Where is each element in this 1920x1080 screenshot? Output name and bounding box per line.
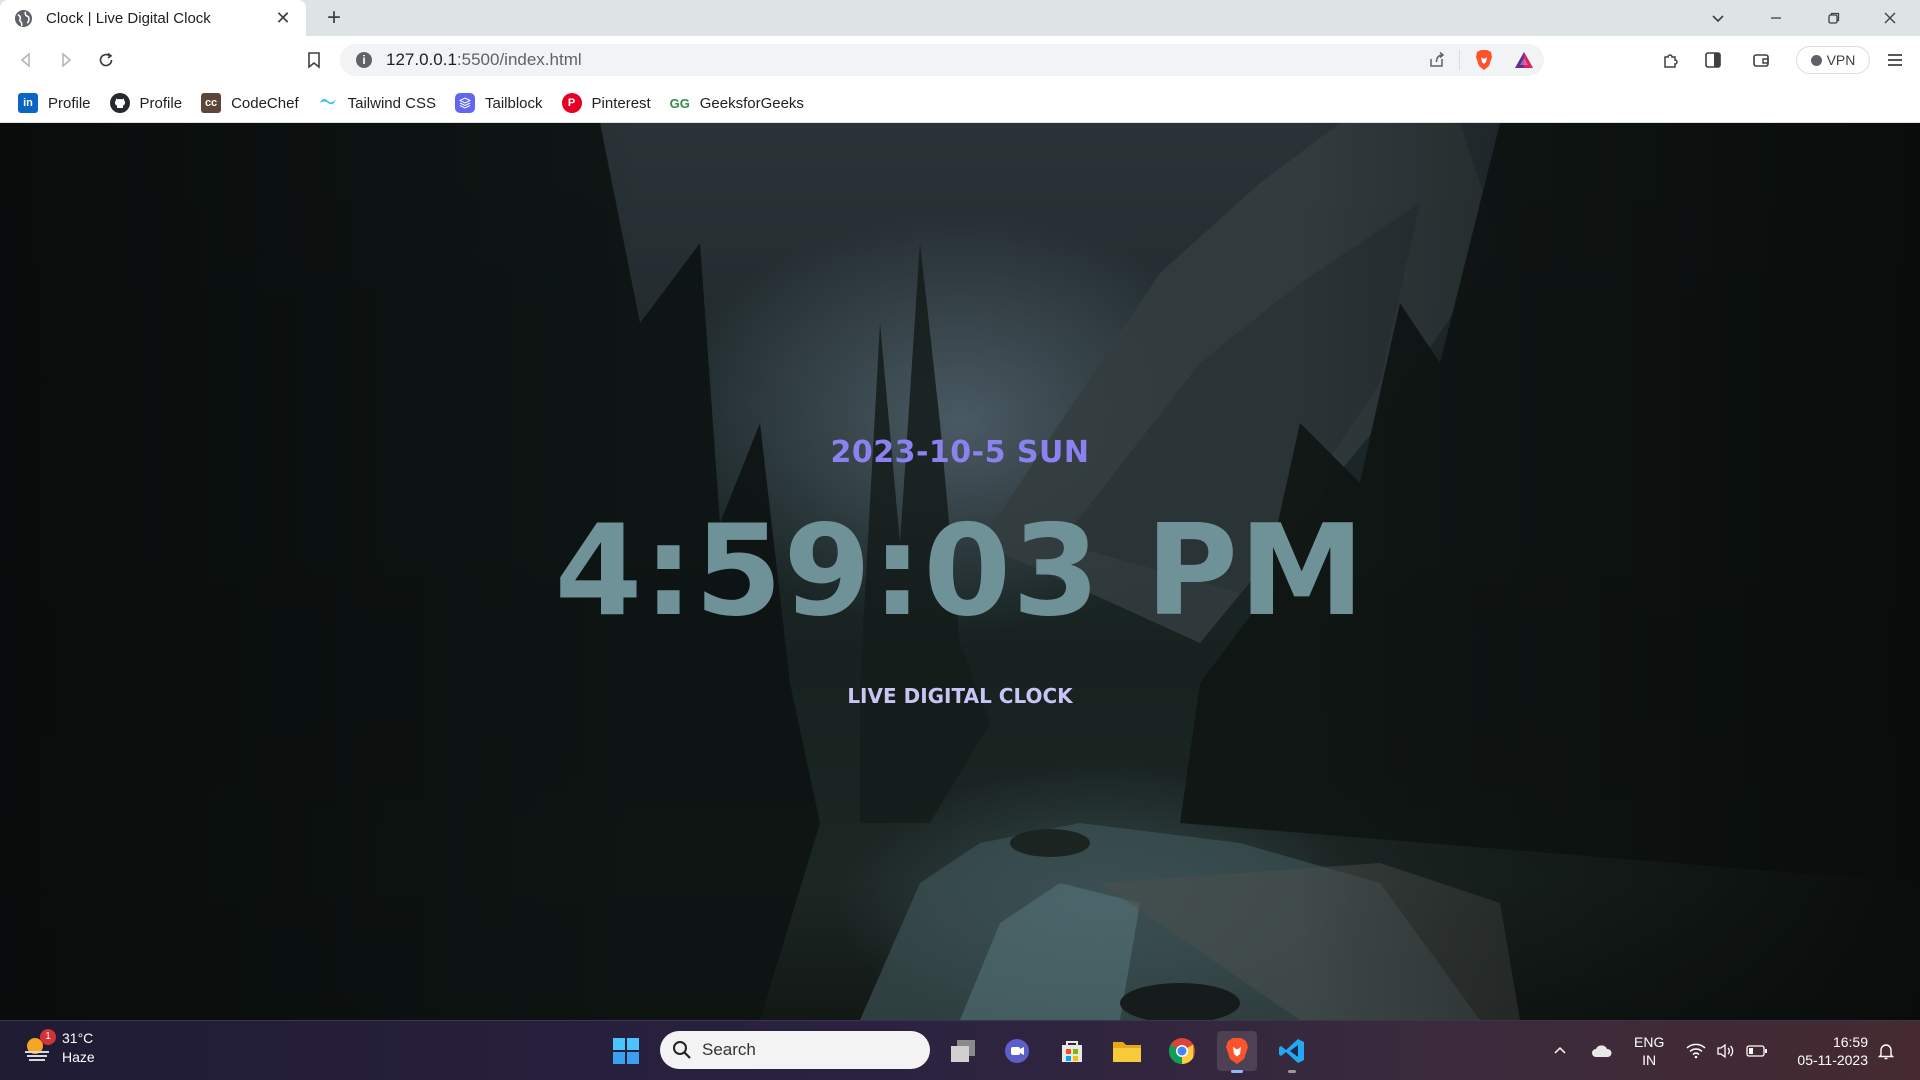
- show-hidden-icons[interactable]: [1552, 1021, 1568, 1080]
- bookmark-codechef[interactable]: cc CodeChef: [201, 93, 299, 113]
- file-explorer-icon[interactable]: [1107, 1031, 1147, 1071]
- geeksforgeeks-icon: GG: [669, 95, 690, 111]
- bookmark-tailblock[interactable]: Tailblock: [454, 93, 543, 113]
- bookmark-github-profile[interactable]: Profile: [109, 93, 183, 113]
- clock-time-taskbar: 16:59: [1832, 1034, 1868, 1050]
- sidebar-icon[interactable]: [1698, 46, 1728, 74]
- tailblock-icon: [454, 93, 475, 113]
- bookmark-icon[interactable]: [300, 46, 328, 74]
- tab-clock[interactable]: Clock | Live Digital Clock ✕: [0, 0, 306, 36]
- bookmark-label: GeeksforGeeks: [699, 94, 804, 112]
- new-tab-button[interactable]: +: [320, 4, 348, 32]
- bookmark-pinterest[interactable]: P Pinterest: [561, 93, 651, 113]
- bookmarks-bar: in Profile Profile cc CodeChef Tailwind …: [0, 84, 1920, 123]
- address-bar-actions: [1419, 44, 1544, 76]
- address-bar[interactable]: i 127.0.0.1:5500/index.html: [340, 44, 1544, 76]
- clock-date: 2023-10-5 SUN: [830, 435, 1090, 470]
- search-placeholder: Search: [702, 1040, 756, 1059]
- bookmark-label: Pinterest: [591, 94, 651, 112]
- restore-button[interactable]: [1806, 0, 1862, 36]
- tailwind-icon: [318, 93, 338, 113]
- url-host: 127.0.0.1: [386, 50, 457, 69]
- brave-shields-icon[interactable]: [1464, 49, 1504, 71]
- tab-search-icon[interactable]: [1690, 0, 1746, 36]
- weather-widget[interactable]: 1 31°C Haze: [22, 1029, 95, 1067]
- bookmark-linkedin-profile[interactable]: in Profile: [18, 93, 91, 113]
- pinterest-icon: P: [561, 93, 582, 113]
- linkedin-icon: in: [18, 93, 38, 113]
- page-viewport: 2023-10-5 SUN 4:59:03 PM LIVE DIGITAL CL…: [0, 123, 1920, 1020]
- language-indicator[interactable]: ENG IN: [1634, 1021, 1664, 1080]
- weather-temperature: 31°C: [62, 1030, 94, 1046]
- vpn-button[interactable]: VPN: [1796, 46, 1870, 74]
- clock-title: LIVE DIGITAL CLOCK: [847, 684, 1073, 708]
- clock-date-taskbar: 05-11-2023: [1797, 1052, 1868, 1068]
- chrome-icon[interactable]: [1162, 1031, 1202, 1071]
- bookmark-label: CodeChef: [231, 94, 299, 112]
- task-view-icon[interactable]: [943, 1031, 983, 1071]
- battery-icon[interactable]: [1746, 1021, 1768, 1080]
- bookmark-label: Tailwind CSS: [347, 94, 436, 112]
- menu-icon[interactable]: [1880, 46, 1910, 74]
- globe-icon: [14, 9, 33, 27]
- minimize-button[interactable]: [1748, 0, 1804, 36]
- weather-badge: 1: [40, 1029, 56, 1045]
- forward-button[interactable]: [52, 46, 80, 74]
- clock-time: 4:59:03 PM: [554, 497, 1366, 644]
- active-indicator: [1231, 1070, 1243, 1073]
- vscode-icon[interactable]: [1272, 1031, 1312, 1073]
- share-icon[interactable]: [1419, 51, 1455, 69]
- bookmark-label: Profile: [48, 94, 91, 112]
- vpn-status-icon: [1810, 54, 1822, 66]
- weather-description: Haze: [62, 1049, 95, 1065]
- onedrive-icon[interactable]: [1591, 1021, 1613, 1080]
- teams-chat-icon[interactable]: [997, 1031, 1037, 1071]
- language-code: ENG: [1634, 1034, 1665, 1050]
- brave-rewards-icon[interactable]: [1504, 50, 1544, 70]
- bookmark-label: Tailblock: [484, 94, 543, 112]
- url-text[interactable]: 127.0.0.1:5500/index.html: [386, 50, 1544, 70]
- volume-icon[interactable]: [1716, 1021, 1736, 1080]
- tab-title: Clock | Live Digital Clock: [46, 9, 211, 27]
- back-button[interactable]: [12, 46, 40, 74]
- close-window-button[interactable]: [1862, 0, 1918, 36]
- wifi-icon[interactable]: [1686, 1021, 1706, 1080]
- open-indicator: [1288, 1070, 1296, 1073]
- close-tab-icon[interactable]: ✕: [272, 8, 294, 29]
- reload-button[interactable]: [92, 46, 120, 74]
- microsoft-store-icon[interactable]: [1052, 1031, 1092, 1071]
- wallet-icon[interactable]: [1746, 46, 1776, 74]
- notifications-icon[interactable]: [1876, 1021, 1896, 1080]
- vpn-label: VPN: [1826, 52, 1856, 68]
- search-icon: [673, 1041, 691, 1059]
- site-info-icon[interactable]: i: [356, 52, 372, 68]
- codechef-icon: cc: [201, 93, 222, 113]
- brave-browser-icon[interactable]: [1217, 1031, 1257, 1073]
- tab-strip: Clock | Live Digital Clock ✕ +: [0, 0, 1920, 36]
- extensions-icon[interactable]: [1656, 46, 1686, 74]
- taskbar-search[interactable]: Search: [660, 1031, 930, 1069]
- bookmark-label: Profile: [139, 94, 183, 112]
- start-button[interactable]: [606, 1031, 646, 1071]
- language-region: IN: [1642, 1052, 1657, 1068]
- github-icon: [109, 93, 130, 113]
- url-path: :5500/index.html: [456, 50, 582, 69]
- bookmark-tailwind[interactable]: Tailwind CSS: [318, 93, 436, 113]
- bookmark-geeksforgeeks[interactable]: GG GeeksforGeeks: [670, 93, 804, 113]
- divider: [1459, 50, 1460, 70]
- browser-toolbar: i 127.0.0.1:5500/index.html VPN: [0, 36, 1920, 84]
- weather-haze-icon: 1: [22, 1029, 56, 1063]
- taskbar: 1 31°C Haze Search ENG IN 16:59 05-11-20…: [0, 1020, 1920, 1080]
- system-clock[interactable]: 16:59 05-11-2023: [1784, 1021, 1868, 1080]
